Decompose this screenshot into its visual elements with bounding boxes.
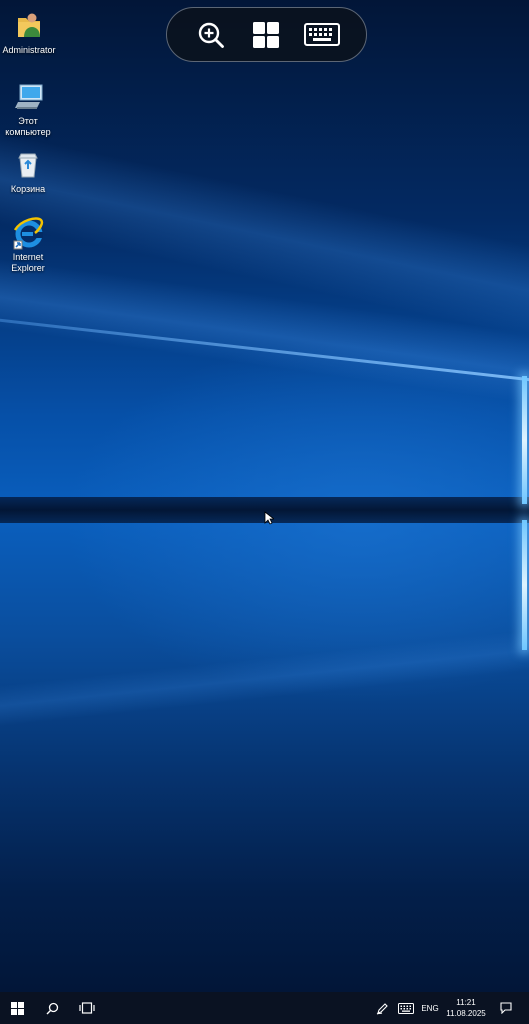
pen-icon <box>376 1002 388 1014</box>
clock-date: 11.08.2025 <box>446 1009 486 1018</box>
zoom-in-icon <box>198 22 224 48</box>
clock-time: 11:21 <box>456 998 476 1007</box>
mouse-cursor-icon <box>264 511 274 525</box>
windows-key-icon <box>253 21 280 48</box>
internet-explorer-icon <box>13 217 44 250</box>
windows-start-icon <box>10 1001 24 1015</box>
desktop-icon-label: Этот компьютер <box>5 116 51 137</box>
desktop-background[interactable]: Administrator Этот компьютер Корзина Int… <box>0 0 529 992</box>
windows-key-button[interactable] <box>246 15 286 55</box>
desktop-icon-label: Internet Explorer <box>11 252 45 273</box>
touch-keyboard-button[interactable] <box>396 992 416 1024</box>
recycle-bin-icon <box>18 153 38 178</box>
computer-icon <box>15 84 43 109</box>
task-view-icon <box>79 1002 95 1014</box>
search-icon <box>46 1002 58 1014</box>
desktop-icon-label: Корзина <box>10 184 46 194</box>
start-button[interactable] <box>0 992 34 1024</box>
desktop-icon-administrator[interactable]: Administrator <box>0 9 59 56</box>
remote-session-toolbar <box>166 7 367 62</box>
taskbar-clock[interactable]: 11:21 11.08.2025 <box>444 992 488 1024</box>
pen-workspace-button[interactable] <box>372 992 392 1024</box>
touch-keyboard-icon <box>398 1002 414 1014</box>
wallpaper-window-edge <box>522 376 527 504</box>
desktop-icon-label: Administrator <box>2 45 56 55</box>
keyboard-icon <box>304 22 341 46</box>
task-view-button[interactable] <box>70 992 104 1024</box>
keyboard-button[interactable] <box>302 15 342 55</box>
action-center-button[interactable] <box>494 992 518 1024</box>
wallpaper-window-edge <box>522 520 527 650</box>
taskbar: ENG 11:21 11.08.2025 <box>0 992 529 1024</box>
wallpaper-light-beam <box>0 625 529 730</box>
action-center-icon <box>500 1002 512 1014</box>
search-button[interactable] <box>36 992 68 1024</box>
input-language-indicator[interactable]: ENG <box>420 992 440 1024</box>
desktop-icon-internet-explorer[interactable]: Internet Explorer <box>0 216 58 274</box>
desktop-icon-recycle-bin[interactable]: Корзина <box>0 148 58 195</box>
zoom-in-button[interactable] <box>191 15 231 55</box>
user-folder-icon <box>18 13 40 37</box>
desktop-icon-this-pc[interactable]: Этот компьютер <box>0 80 58 138</box>
